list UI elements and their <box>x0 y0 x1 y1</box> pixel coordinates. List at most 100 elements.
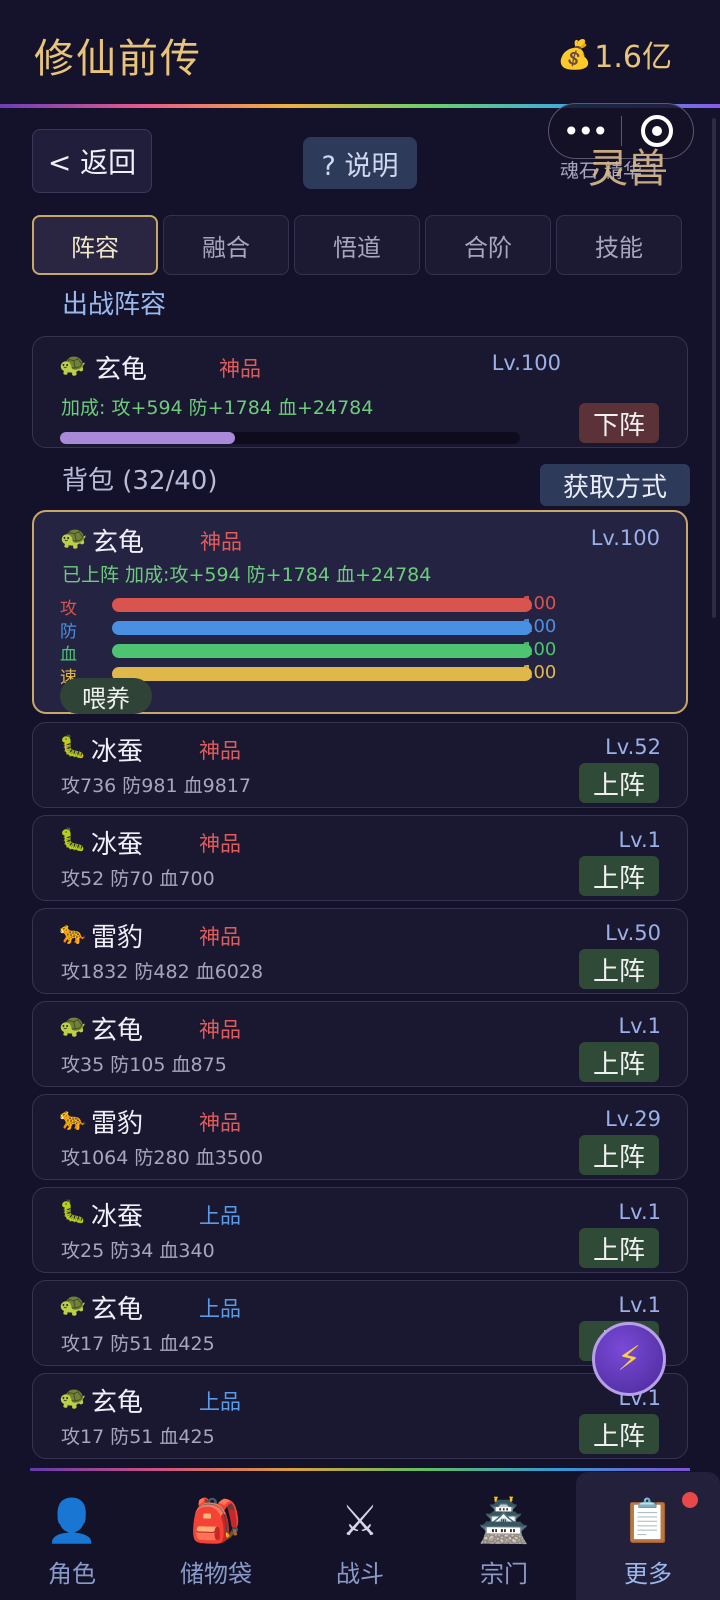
attr-value: 100 <box>522 639 557 660</box>
attr-label: 血 <box>60 645 77 665</box>
silkworm-icon: 🐛 <box>59 735 87 760</box>
turtle-icon: 🐢 <box>59 1014 87 1039</box>
pet-grade: 神品 <box>199 925 241 949</box>
tab-rank-merge[interactable]: 合阶 <box>425 215 551 275</box>
pet-level: Lv.1 <box>618 828 661 852</box>
pet-grade: 神品 <box>199 1018 241 1042</box>
nav-sect[interactable]: 🏯 宗门 <box>432 1472 576 1600</box>
nav-battle[interactable]: ⚔ 战斗 <box>288 1472 432 1600</box>
attr-row: 血 100 <box>60 639 560 665</box>
exp-bar-fill <box>60 432 235 444</box>
scrollbar[interactable] <box>712 118 716 618</box>
exp-bar <box>60 432 520 444</box>
turtle-icon: 🐢 <box>59 1293 87 1318</box>
pet-bonus: 已上阵 加成:攻+594 防+1784 血+24784 <box>62 564 432 586</box>
pet-grade: 上品 <box>199 1390 241 1414</box>
unassign-button[interactable]: 下阵 <box>579 403 659 443</box>
attr-track <box>112 644 532 658</box>
silkworm-icon: 🐛 <box>59 1200 87 1225</box>
pet-level: Lv.50 <box>605 921 661 945</box>
pet-list-item[interactable]: 🐆 雷豹 神品 Lv.50 攻1832 防482 血6028 上阵 <box>32 908 688 994</box>
nav-more[interactable]: 📋 更多 <box>576 1472 720 1600</box>
tab-lineup[interactable]: 阵容 <box>32 215 158 275</box>
pet-level: Lv.29 <box>605 1107 661 1131</box>
get-method-button[interactable]: 获取方式 <box>540 464 690 506</box>
person-icon: 👤 <box>45 1496 99 1545</box>
silkworm-icon: 🐛 <box>59 828 87 853</box>
assign-button[interactable]: 上阵 <box>579 856 659 896</box>
pet-list-item[interactable]: 🐢 玄龟 神品 Lv.1 攻35 防105 血875 上阵 <box>32 1001 688 1087</box>
tab-fusion[interactable]: 融合 <box>163 215 289 275</box>
turtle-icon: 🐢 <box>60 526 88 551</box>
nav-storage-bag[interactable]: 🎒 储物袋 <box>144 1472 288 1600</box>
app-header: 修仙前传 💰 1.6亿 <box>0 0 720 104</box>
pet-grade: 神品 <box>219 357 261 381</box>
castle-icon: 🏯 <box>477 1496 531 1545</box>
turtle-icon: 🐢 <box>59 353 87 378</box>
help-button[interactable]: ? 说明 <box>303 137 417 189</box>
bag-label: 背包 (32/40) <box>62 466 218 496</box>
pet-name: 玄龟 <box>91 1016 144 1046</box>
feed-button[interactable]: 喂养 <box>60 678 152 714</box>
pet-level: Lv.100 <box>491 351 561 375</box>
pet-list-item[interactable]: 🐢玄龟上品Lv.1攻17 防51 血425上阵 <box>32 1373 688 1459</box>
attr-track <box>112 621 532 635</box>
pet-stats: 攻17 防51 血425 <box>61 1333 215 1355</box>
assign-button[interactable]: 上阵 <box>579 1135 659 1175</box>
back-button[interactable]: < 返回 <box>32 129 152 193</box>
attr-fill <box>112 621 532 635</box>
attr-fill <box>112 598 532 612</box>
attr-row: 防 100 <box>60 616 560 642</box>
assign-button[interactable]: 上阵 <box>579 1042 659 1082</box>
nav-divider <box>30 1468 690 1471</box>
panel-title: 灵兽 <box>588 146 668 192</box>
pet-grade: 神品 <box>199 832 241 856</box>
turtle-icon: 🐢 <box>59 1386 87 1411</box>
pet-name: 雷豹 <box>91 923 144 953</box>
assign-button[interactable]: 上阵 <box>579 949 659 989</box>
pet-name: 冰蚕 <box>91 737 144 767</box>
pet-stats: 攻35 防105 血875 <box>61 1054 227 1076</box>
backpack-icon: 🎒 <box>189 1496 243 1545</box>
leopard-icon: 🐆 <box>59 921 87 946</box>
nav-label: 战斗 <box>336 1560 384 1588</box>
attr-value: 100 <box>522 662 557 683</box>
pet-level: Lv.1 <box>618 1200 661 1224</box>
nav-character[interactable]: 👤 角色 <box>0 1472 144 1600</box>
pet-list-item[interactable]: 🐆 雷豹 神品 Lv.29 攻1064 防280 血3500 上阵 <box>32 1094 688 1180</box>
lightning-icon: ⚡ <box>617 1339 641 1379</box>
tab-skills[interactable]: 技能 <box>556 215 682 275</box>
pet-stats: 攻736 防981 血9817 <box>61 775 251 797</box>
attr-track <box>112 667 532 681</box>
attr-value: 100 <box>522 616 557 637</box>
pet-list-item[interactable]: 🐛 冰蚕 上品 Lv.1 攻25 防34 血340 上阵 <box>32 1187 688 1273</box>
attr-fill <box>112 667 532 681</box>
pet-name: 玄龟 <box>91 1388 144 1418</box>
tab-bar: 阵容 融合 悟道 合阶 技能 <box>32 215 682 275</box>
pet-list-item[interactable]: 🐢玄龟上品Lv.1攻17 防51 血425上阵 <box>32 1280 688 1366</box>
pet-name: 雷豹 <box>91 1109 144 1139</box>
pet-name: 冰蚕 <box>91 830 144 860</box>
assign-button[interactable]: 上阵 <box>579 1228 659 1268</box>
pet-stats: 攻1832 防482 血6028 <box>61 961 264 983</box>
pet-stats: 攻52 防70 血700 <box>61 868 215 890</box>
tab-enlightenment[interactable]: 悟道 <box>294 215 420 275</box>
leopard-icon: 🐆 <box>59 1107 87 1132</box>
assign-button[interactable]: 上阵 <box>579 1414 659 1454</box>
pet-grade: 神品 <box>199 1111 241 1135</box>
pet-grade: 神品 <box>199 739 241 763</box>
quick-action-button[interactable]: ⚡ <box>592 1322 666 1396</box>
attr-row: 攻 100 <box>60 593 560 619</box>
clipboard-icon: 📋 <box>621 1496 675 1545</box>
attr-fill <box>112 644 532 658</box>
nav-label: 储物袋 <box>180 1560 252 1588</box>
pet-list-item[interactable]: 🐛 冰蚕 神品 Lv.1 攻52 防70 血700 上阵 <box>32 815 688 901</box>
assign-button[interactable]: 上阵 <box>579 763 659 803</box>
pet-level: Lv.1 <box>618 1014 661 1038</box>
pet-name: 玄龟 <box>91 1295 144 1325</box>
nav-label: 更多 <box>624 1560 672 1588</box>
pet-stats: 攻17 防51 血425 <box>61 1426 215 1448</box>
pet-list-item[interactable]: 🐛 冰蚕 神品 Lv.52 攻736 防981 血9817 上阵 <box>32 722 688 808</box>
pet-name: 玄龟 <box>92 528 145 558</box>
lineup-label: 出战阵容 <box>62 290 167 320</box>
